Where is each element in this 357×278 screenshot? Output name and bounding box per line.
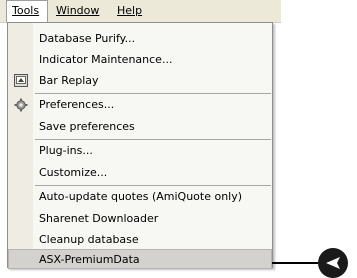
menu-item-plug-ins[interactable]: Plug-ins... xyxy=(8,141,272,161)
menu-item-label: Customize... xyxy=(39,166,108,179)
menu-item-label: Indicator Maintenance... xyxy=(39,53,173,66)
gear-icon xyxy=(13,98,28,112)
menu-item-indicator-maintenance[interactable]: Indicator Maintenance... xyxy=(8,50,272,70)
menu-window[interactable]: Window xyxy=(56,0,99,22)
menu-item-sharenet-downloader[interactable]: Sharenet Downloader xyxy=(8,209,272,229)
menu-item-bar-replay[interactable]: Bar Replay xyxy=(8,71,272,91)
callout-arrow-icon xyxy=(318,248,348,278)
menu-item-label: Cleanup database xyxy=(39,233,139,246)
menu-window-label: Window xyxy=(56,4,100,17)
menu-item-cleanup-database[interactable]: Cleanup database xyxy=(8,230,272,250)
menu-item-label: Preferences... xyxy=(39,98,115,111)
menu-item-label: Sharenet Downloader xyxy=(39,212,159,225)
menu-item-label: ASX-PremiumData xyxy=(39,253,140,266)
menu-separator xyxy=(35,93,271,94)
menu-help[interactable]: Help xyxy=(117,0,142,22)
menu-bar: Tools Window Help xyxy=(0,0,281,23)
menu-item-label: Plug-ins... xyxy=(39,144,93,157)
menu-separator xyxy=(35,185,271,186)
menu-item-auto-update-quotes[interactable]: Auto-update quotes (AmiQuote only) xyxy=(8,187,272,207)
menu-separator xyxy=(35,139,271,140)
menu-item-label: Bar Replay xyxy=(39,74,99,87)
menu-tools-label: Tools xyxy=(12,4,40,17)
menu-item-save-preferences[interactable]: Save preferences xyxy=(8,117,272,137)
menu-item-preferences[interactable]: Preferences... xyxy=(8,95,272,115)
menu-item-label: Save preferences xyxy=(39,120,135,133)
menu-item-label: Database Purify... xyxy=(39,32,136,45)
menu-item-asx-premiumdata[interactable]: ASX-PremiumData xyxy=(8,249,272,269)
menu-item-label: Auto-update quotes (AmiQuote only) xyxy=(39,190,243,203)
menu-item-customize[interactable]: Customize... xyxy=(8,163,272,183)
tools-dropdown-menu: Database Purify... Indicator Maintenance… xyxy=(7,22,273,269)
menu-item-database-purify[interactable]: Database Purify... xyxy=(8,29,272,49)
bar-replay-icon xyxy=(13,74,28,88)
menu-tools[interactable]: Tools xyxy=(6,0,48,22)
menu-help-label: Help xyxy=(117,4,143,17)
callout-line xyxy=(272,262,320,264)
